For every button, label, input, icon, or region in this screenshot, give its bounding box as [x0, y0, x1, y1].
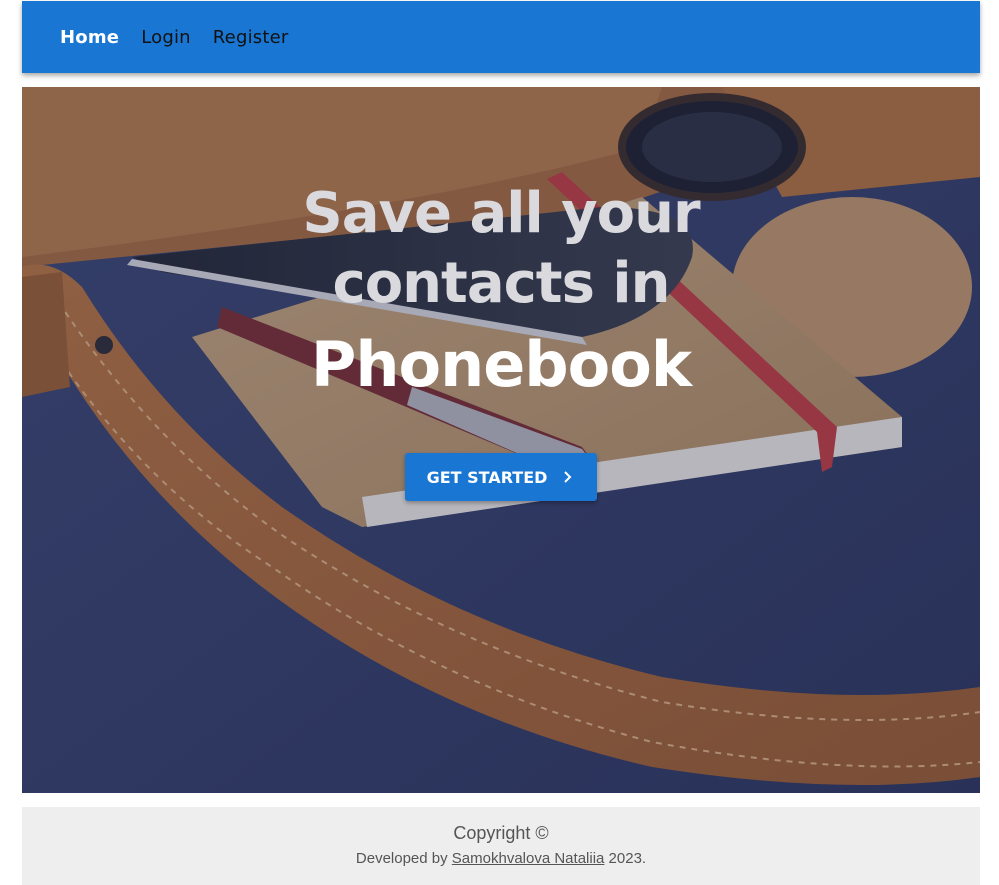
get-started-button[interactable]: GET STARTED	[405, 453, 597, 501]
chevron-right-icon	[564, 471, 572, 483]
page: Home Login Register Save all your contac…	[0, 0, 999, 885]
hero-title-line-2: contacts in	[332, 251, 671, 316]
hero-content: Save all your contacts in Phonebook GET …	[22, 87, 980, 793]
get-started-label: GET STARTED	[426, 467, 548, 487]
hero-title-brand: Phonebook	[310, 328, 692, 401]
footer: Copyright © Developed by Samokhvalova Na…	[22, 807, 980, 885]
footer-author-link[interactable]: Samokhvalova Nataliia	[452, 850, 605, 867]
nav-login-link[interactable]: Login	[141, 27, 191, 48]
footer-developed-by: Developed by	[355, 850, 448, 867]
footer-year: 2023.	[608, 850, 647, 867]
nav-home-link[interactable]: Home	[60, 27, 119, 48]
footer-copyright: Copyright ©	[453, 823, 549, 843]
top-navbar: Home Login Register	[22, 1, 980, 73]
hero-title-line-1: Save all your	[302, 181, 700, 246]
footer-developer-line: Developed by Samokhvalova Nataliia 2023.	[22, 850, 980, 867]
hero-section: Save all your contacts in Phonebook GET …	[22, 87, 980, 793]
nav-register-link[interactable]: Register	[213, 27, 289, 48]
